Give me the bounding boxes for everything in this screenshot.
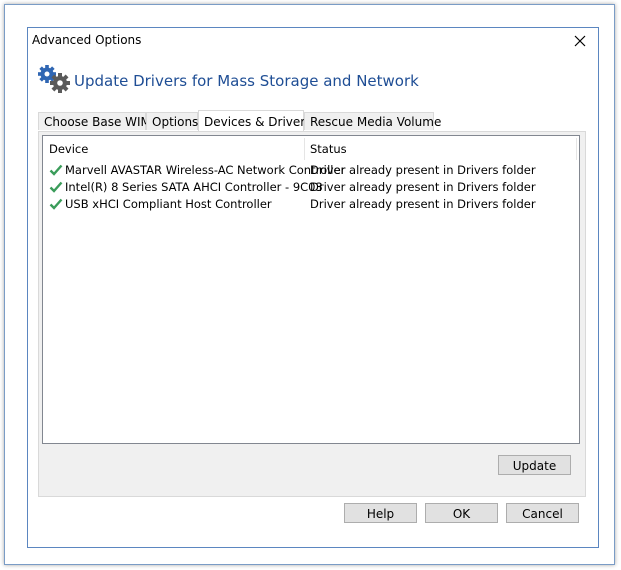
update-button[interactable]: Update <box>498 455 571 475</box>
list-item[interactable]: USB xHCI Compliant Host Controller Drive… <box>49 196 536 213</box>
column-header-status[interactable]: Status <box>310 140 347 158</box>
list-item[interactable]: Intel(R) 8 Series SATA AHCI Controller -… <box>49 179 536 196</box>
device-status: Driver already present in Drivers folder <box>310 197 536 211</box>
device-name: USB xHCI Compliant Host Controller <box>65 197 272 211</box>
close-icon <box>574 35 586 47</box>
dialog-body: Advanced Options Update Drivers for Mass… <box>27 27 599 548</box>
device-status: Driver already present in Drivers folder <box>310 180 536 194</box>
device-name: Marvell AVASTAR Wireless-AC Network Cont… <box>65 163 346 177</box>
help-button[interactable]: Help <box>344 503 417 523</box>
device-list[interactable]: Device Status Marvell AVASTAR Wireless-A… <box>42 135 580 444</box>
column-header-device[interactable]: Device <box>49 140 88 158</box>
cancel-button[interactable]: Cancel <box>506 503 579 523</box>
gears-icon <box>38 65 70 93</box>
ok-button[interactable]: OK <box>425 503 498 523</box>
page-title: Update Drivers for Mass Storage and Netw… <box>74 72 419 90</box>
device-name: Intel(R) 8 Series SATA AHCI Controller -… <box>65 180 323 194</box>
check-icon <box>49 164 63 176</box>
tab-rescue-media-volume[interactable]: Rescue Media Volume <box>304 112 441 130</box>
check-icon <box>49 181 63 193</box>
tab-choose-base-wim[interactable]: Choose Base WIM <box>38 112 151 130</box>
advanced-options-window: Advanced Options Update Drivers for Mass… <box>4 4 615 565</box>
check-icon <box>49 198 63 210</box>
tab-options[interactable]: Options <box>146 112 198 130</box>
tab-devices-drivers[interactable]: Devices & Drivers <box>198 110 311 132</box>
close-button[interactable] <box>566 30 594 52</box>
column-divider[interactable] <box>304 138 305 160</box>
device-status: Driver already present in Drivers folder <box>310 163 536 177</box>
window-title: Advanced Options <box>32 33 142 47</box>
list-item[interactable]: Marvell AVASTAR Wireless-AC Network Cont… <box>49 162 536 179</box>
column-divider[interactable] <box>576 138 577 160</box>
devices-drivers-panel: Device Status Marvell AVASTAR Wireless-A… <box>38 131 586 497</box>
